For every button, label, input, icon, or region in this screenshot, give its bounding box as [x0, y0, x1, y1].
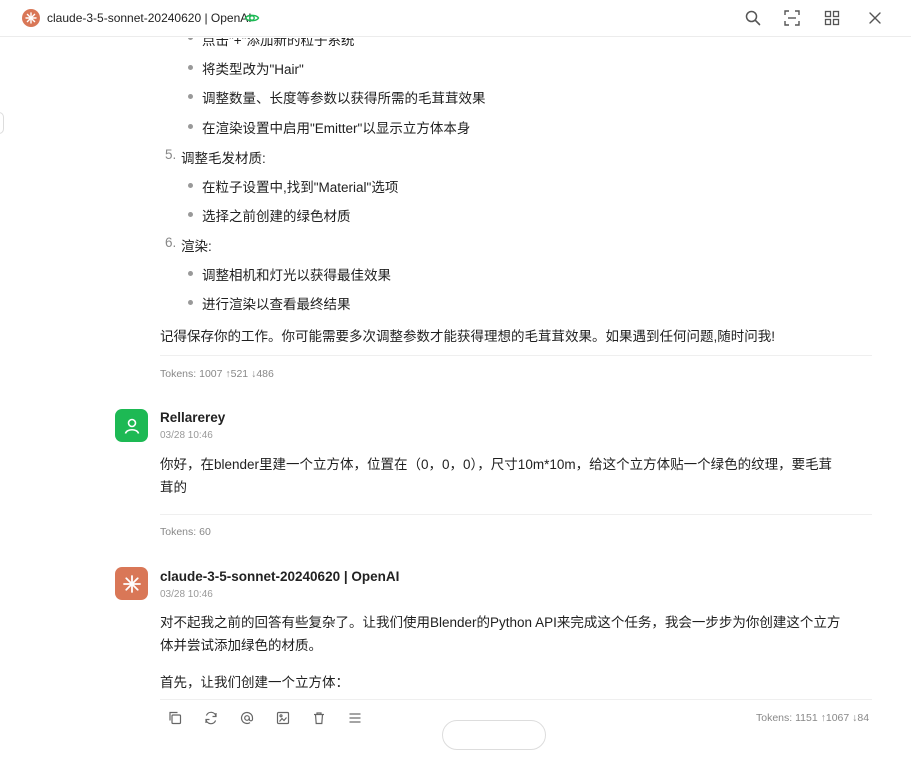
- sender-name: Rellarerey: [160, 410, 226, 425]
- list-item: 调整相机和灯光以获得最佳效果: [202, 268, 391, 283]
- list-item: 调整数量、长度等参数以获得所需的毛茸茸效果: [202, 91, 486, 106]
- title-bar: claude-3-5-sonnet-20240620 | OpenAI: [0, 0, 911, 37]
- list-item: 在粒子设置中,找到"Material"选项: [202, 180, 399, 195]
- list-number: 5.: [165, 147, 177, 162]
- bullet: [188, 300, 193, 305]
- search-icon[interactable]: [744, 9, 762, 27]
- bullet: [188, 124, 193, 129]
- bullet: [188, 65, 193, 70]
- list-item-heading: 渲染:: [181, 239, 212, 254]
- message-timestamp: 03/28 10:46: [160, 589, 213, 600]
- list-item: 将类型改为"Hair": [202, 62, 304, 77]
- message-text: 你好，在blender里建一个立方体，位置在（0，0，0），尺寸10m*10m，…: [160, 457, 833, 472]
- sender-name: claude-3-5-sonnet-20240620 | OpenAI: [160, 569, 400, 584]
- list-item: 在渲染设置中启用"Emitter"以显示立方体本身: [202, 121, 471, 136]
- bullet: [188, 183, 193, 188]
- message-timestamp: 03/28 10:46: [160, 430, 213, 441]
- message-text: 对不起我之前的回答有些复杂了。让我们使用Blender的Python API来完…: [160, 615, 841, 630]
- at-icon[interactable]: [239, 710, 255, 726]
- divider: [160, 699, 872, 700]
- grid-icon[interactable]: [823, 9, 841, 27]
- list-item-heading: 调整毛发材质:: [181, 151, 266, 166]
- menu-icon[interactable]: [347, 710, 363, 726]
- list-item: 点击"+"添加新的粒子系统: [202, 38, 355, 48]
- trash-icon[interactable]: [311, 710, 327, 726]
- claude-logo-icon: [22, 9, 40, 27]
- message-text: 茸的: [160, 480, 187, 495]
- claude-avatar: [115, 567, 148, 600]
- token-count: Tokens: 1007 ↑521 ↓486: [160, 368, 274, 380]
- bullet: [188, 271, 193, 276]
- image-edit-icon[interactable]: [275, 710, 291, 726]
- message-text: 首先，让我们创建一个立方体：: [160, 675, 349, 690]
- user-avatar: [115, 409, 148, 442]
- chat-scroll-area[interactable]: 点击"+"添加新的粒子系统 将类型改为"Hair" 调整数量、长度等参数以获得所…: [0, 38, 911, 768]
- list-item: 选择之前创建的绿色材质: [202, 209, 351, 224]
- bullet: [188, 38, 193, 40]
- bullet: [188, 94, 193, 99]
- token-count: Tokens: 60: [160, 526, 211, 538]
- message-paragraph: 记得保存你的工作。你可能需要多次调整参数才能获得理想的毛茸茸效果。如果遇到任何问…: [160, 329, 776, 344]
- close-icon[interactable]: [866, 9, 884, 27]
- copy-icon[interactable]: [167, 710, 183, 726]
- divider: [160, 514, 872, 515]
- scroll-to-bottom-button[interactable]: [442, 720, 546, 750]
- list-number: 6.: [165, 235, 177, 250]
- screenshot-icon[interactable]: [783, 9, 801, 27]
- bullet: [188, 212, 193, 217]
- refresh-icon[interactable]: [203, 710, 219, 726]
- window-title: claude-3-5-sonnet-20240620 | OpenAI: [47, 11, 252, 25]
- list-item: 进行渲染以查看最终结果: [202, 297, 351, 312]
- token-count: Tokens: 1151 ↑1067 ↓84: [756, 712, 870, 724]
- divider: [160, 355, 872, 356]
- message-text: 体并尝试添加绿色的材质。: [160, 638, 322, 653]
- eye-icon[interactable]: [244, 10, 260, 26]
